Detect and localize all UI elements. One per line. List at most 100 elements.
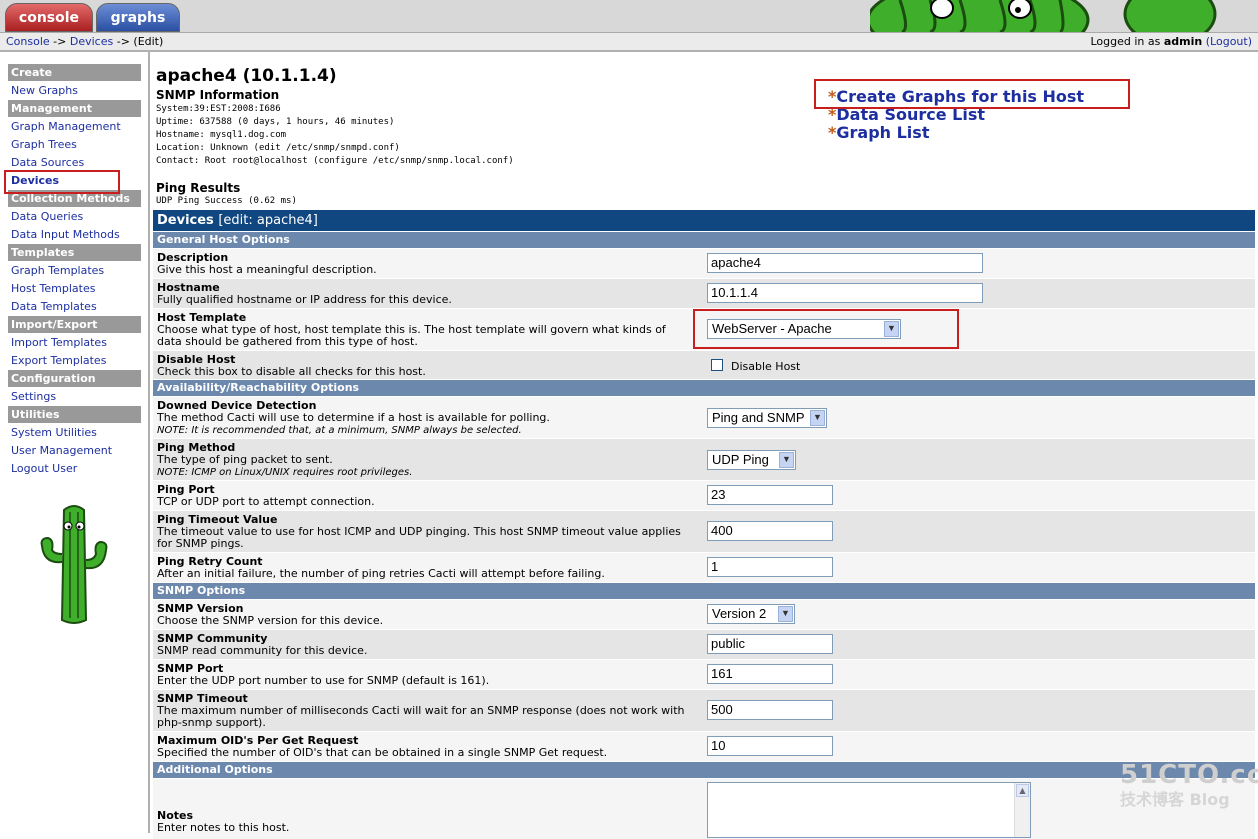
chevron-down-icon[interactable]: ▼ <box>778 606 793 622</box>
breadcrumb-devices[interactable]: Devices <box>70 35 113 48</box>
description-input[interactable]: apache4 <box>707 253 983 273</box>
field-help: Choose what type of host, host template … <box>157 323 666 348</box>
nav-item-export-templates[interactable]: Export Templates <box>8 352 141 369</box>
table-title: Devices [edit: apache4] <box>153 210 1255 231</box>
logout-link[interactable]: (Logout) <box>1206 35 1252 48</box>
field-label-block: Ping Port TCP or UDP port to attempt conn… <box>157 484 692 508</box>
notes-textarea[interactable]: ▲ <box>707 782 1031 838</box>
field-label-block: Host Template Choose what type of host, h… <box>157 312 692 348</box>
nav-item-data-sources[interactable]: Data Sources <box>8 154 141 171</box>
nav-item-new-graphs[interactable]: New Graphs <box>8 82 141 99</box>
chevron-down-icon[interactable]: ▼ <box>779 452 794 468</box>
snmp-contact: Contact: Root root@localhost (configure … <box>156 156 514 166</box>
form-row-ping-timeout: Ping Timeout Value The timeout value to u… <box>153 510 1255 552</box>
snmp-community-input[interactable]: public <box>707 634 833 654</box>
form-row-snmp-port: SNMP Port Enter the UDP port number to us… <box>153 659 1255 689</box>
nav-item-graph-management[interactable]: Graph Management <box>8 118 141 135</box>
nav-header-import-export: Import/Export <box>8 316 141 333</box>
field-help: Check this box to disable all checks for… <box>157 365 426 378</box>
form-row-snmp-community: SNMP Community SNMP read community for th… <box>153 629 1255 659</box>
field-label-block: Ping Retry Count After an initial failure… <box>157 556 692 580</box>
graph-list-link[interactable]: Graph List <box>836 123 929 142</box>
nav-item-host-templates[interactable]: Host Templates <box>8 280 141 297</box>
snmp-hostname: Hostname: mysql1.dog.com <box>156 130 287 140</box>
nav-item-graph-templates[interactable]: Graph Templates <box>8 262 141 279</box>
nav-item-user-management[interactable]: User Management <box>8 442 141 459</box>
hostname-input[interactable]: 10.1.1.4 <box>707 283 983 303</box>
ping-retry-input[interactable]: 1 <box>707 557 833 577</box>
nav-header-configuration: Configuration <box>8 370 141 387</box>
field-note: NOTE: It is recommended that, at a minim… <box>157 425 522 436</box>
scrollbar[interactable]: ▲ <box>1014 783 1030 837</box>
host-template-highlight-box <box>693 309 959 349</box>
field-help: The type of ping packet to sent. <box>157 453 333 466</box>
downed-detection-select[interactable]: Ping and SNMP ▼ <box>707 408 827 428</box>
nav-item-settings[interactable]: Settings <box>8 388 141 405</box>
form-row-hostname: Hostname Fully qualified hostname or IP a… <box>153 278 1255 308</box>
logged-in-label: Logged in as <box>1090 35 1161 48</box>
tab-console[interactable]: console <box>5 3 93 32</box>
snmp-uptime: Uptime: 637588 (0 days, 1 hours, 46 minu… <box>156 117 395 127</box>
ping-method-select[interactable]: UDP Ping ▼ <box>707 450 796 470</box>
nav-header-templates: Templates <box>8 244 141 261</box>
tab-graphs[interactable]: graphs <box>96 3 180 32</box>
breadcrumb-current: (Edit) <box>133 35 164 48</box>
sidebar-menu: Create New Graphs Management Graph Manag… <box>8 64 141 478</box>
disable-host-checkbox[interactable] <box>711 359 723 371</box>
nav-header-management: Management <box>8 100 141 117</box>
sidebar: Create New Graphs Management Graph Manag… <box>0 52 150 833</box>
devices-highlight-box <box>4 170 120 194</box>
select-value: Ping and SNMP <box>712 410 805 425</box>
section-snmp-options: SNMP Options <box>153 583 1255 599</box>
form-row-max-oids: Maximum OID's Per Get Request Specified t… <box>153 731 1255 761</box>
field-label-block: Ping Timeout Value The timeout value to u… <box>157 514 692 550</box>
snmp-port-input[interactable]: 161 <box>707 664 833 684</box>
max-oids-input[interactable]: 10 <box>707 736 833 756</box>
snmp-info-heading: SNMP Information <box>156 88 280 102</box>
snmp-system: System:39:EST:2008:I686 <box>156 104 281 114</box>
field-label-block: SNMP Community SNMP read community for th… <box>157 633 692 657</box>
form-row-ping-method: Ping Method The type of ping packet to se… <box>153 438 1255 480</box>
field-label-block: Hostname Fully qualified hostname or IP a… <box>157 282 692 306</box>
field-help: Fully qualified hostname or IP address f… <box>157 293 452 306</box>
form-row-disable-host: Disable Host Check this box to disable al… <box>153 350 1255 379</box>
nav-item-data-templates[interactable]: Data Templates <box>8 298 141 315</box>
ping-timeout-input[interactable]: 400 <box>707 521 833 541</box>
devices-edit-table: Devices [edit: apache4] General Host Opt… <box>153 210 1255 839</box>
nav-item-graph-trees[interactable]: Graph Trees <box>8 136 141 153</box>
nav-item-logout-user[interactable]: Logout User <box>8 460 141 477</box>
section-availability-options: Availability/Reachability Options <box>153 380 1255 396</box>
field-help: SNMP read community for this device. <box>157 644 368 657</box>
watermark-chinese: 技术博客 <box>1120 790 1185 809</box>
ping-port-input[interactable]: 23 <box>707 485 833 505</box>
breadcrumb-console[interactable]: Console <box>6 35 50 48</box>
chevron-down-icon[interactable]: ▼ <box>810 410 825 426</box>
field-help: The maximum number of milliseconds Cacti… <box>157 704 685 729</box>
field-help: After an initial failure, the number of … <box>157 567 605 580</box>
snmp-timeout-input[interactable]: 500 <box>707 700 833 720</box>
nav-item-import-templates[interactable]: Import Templates <box>8 334 141 351</box>
form-row-notes: Notes Enter notes to this host. ▲ <box>153 778 1255 839</box>
form-row-ping-port: Ping Port TCP or UDP port to attempt conn… <box>153 480 1255 510</box>
form-row-snmp-timeout: SNMP Timeout The maximum number of millis… <box>153 689 1255 731</box>
cactus-logo <box>40 505 108 624</box>
watermark-blog: Blog <box>1189 790 1230 809</box>
field-help: TCP or UDP port to attempt connection. <box>157 495 375 508</box>
nav-item-system-utilities[interactable]: System Utilities <box>8 424 141 441</box>
nav-item-data-queries[interactable]: Data Queries <box>8 208 141 225</box>
scroll-up-icon[interactable]: ▲ <box>1016 784 1029 797</box>
disable-host-checkbox-label[interactable]: Disable Host <box>731 360 800 373</box>
field-label-block: SNMP Version Choose the SNMP version for … <box>157 603 692 627</box>
form-row-description: Description Give this host a meaningful d… <box>153 248 1255 278</box>
field-label-block: SNMP Port Enter the UDP port number to us… <box>157 663 692 687</box>
form-row-downed-detection: Downed Device Detection The method Cacti … <box>153 396 1255 438</box>
ping-results-heading: Ping Results <box>156 181 241 195</box>
field-label-block: Ping Method The type of ping packet to se… <box>157 442 692 479</box>
field-help: The method Cacti will use to determine i… <box>157 411 550 424</box>
username: admin <box>1163 35 1203 48</box>
table-title-sub: [edit: apache4] <box>218 213 318 228</box>
field-label-block: SNMP Timeout The maximum number of millis… <box>157 693 692 729</box>
snmp-version-select[interactable]: Version 2 ▼ <box>707 604 795 624</box>
nav-item-data-input-methods[interactable]: Data Input Methods <box>8 226 141 243</box>
field-help: Give this host a meaningful description. <box>157 263 377 276</box>
